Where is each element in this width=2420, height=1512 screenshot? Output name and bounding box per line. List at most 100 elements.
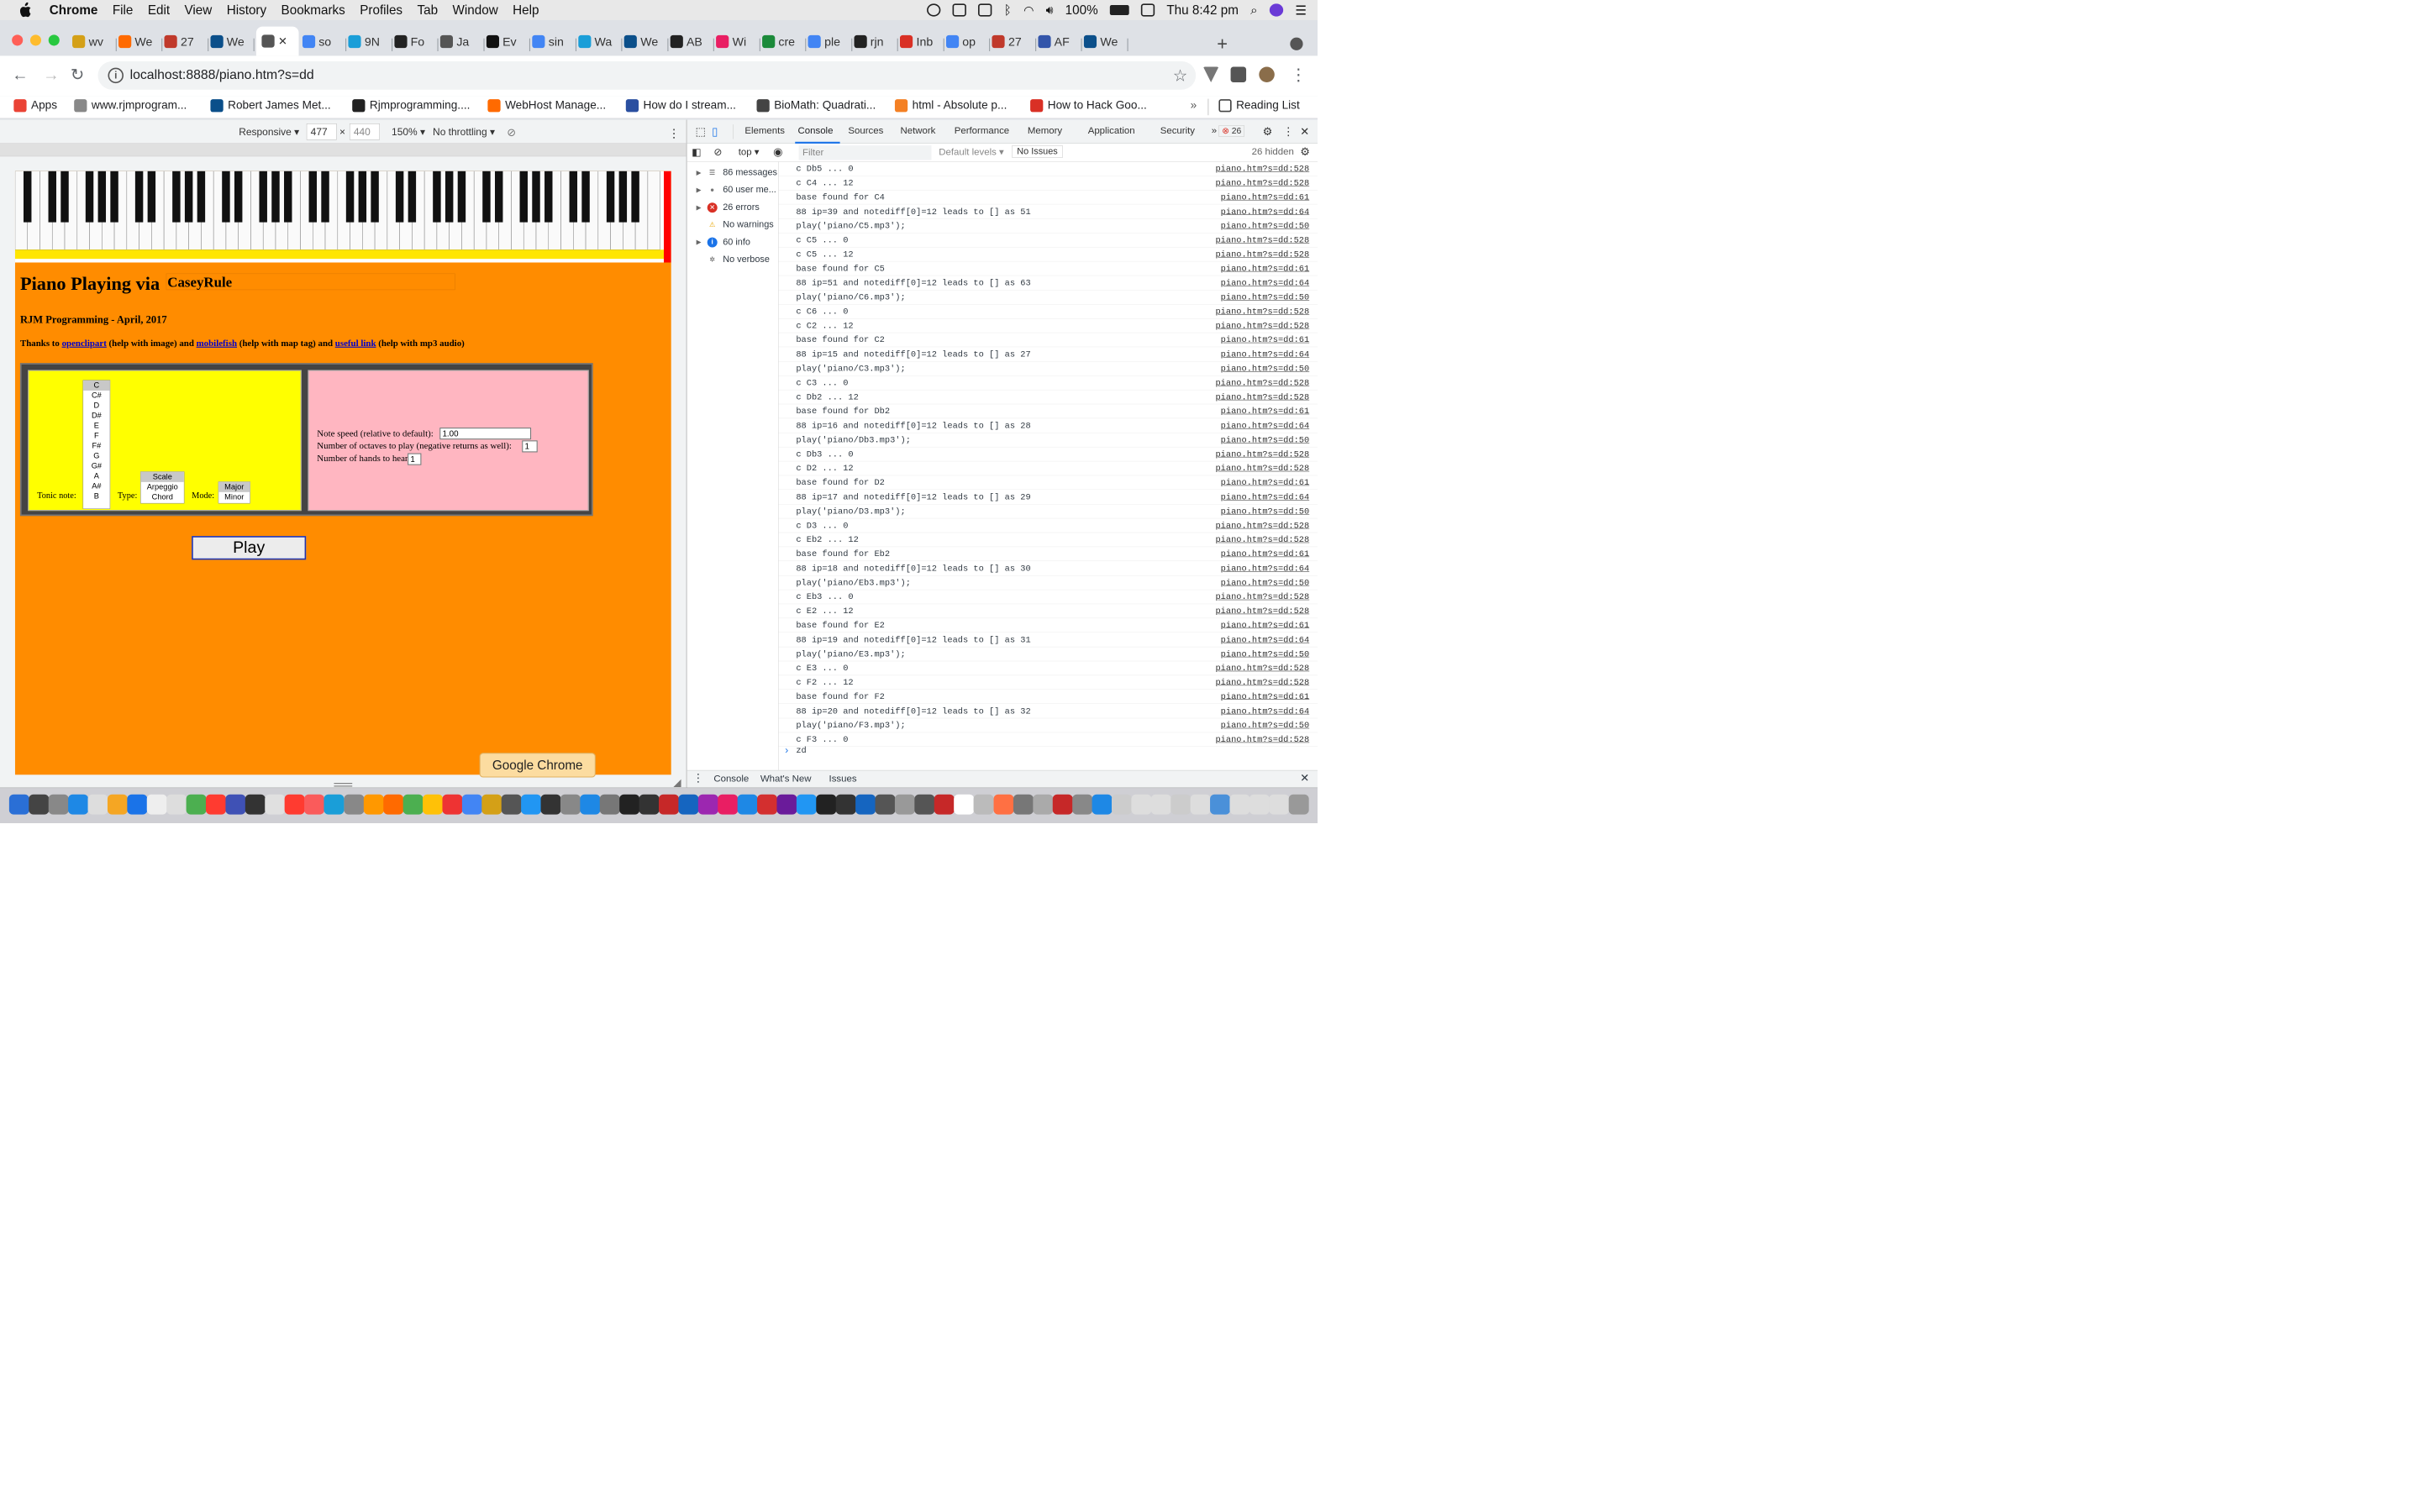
responsive-dropdown[interactable]: Responsive ▾ [239,126,299,138]
close-devtools-icon[interactable]: ✕ [1300,125,1309,139]
tonic-note-option[interactable]: F# [83,441,110,451]
drawer-tab-console[interactable]: Console [713,774,749,785]
dock-app-icon[interactable] [855,794,876,815]
dock-app-icon[interactable] [324,794,345,815]
dock-app-icon[interactable] [914,794,935,815]
type-option[interactable]: Chord [141,492,184,502]
octaves-input[interactable]: 1 [522,440,538,453]
dock-app-icon[interactable] [1229,794,1250,815]
browser-tab[interactable]: AB [670,31,712,52]
expand-triangle-icon[interactable]: ▶ [697,203,702,211]
viewport-bottom-resize-handle[interactable] [334,783,353,787]
drawer-tab-whats-new[interactable]: What's New [760,774,812,785]
prompt-input[interactable]: zd [796,745,806,755]
mobilefish-link[interactable]: mobilefish [197,339,237,349]
browser-tab[interactable]: Wa [577,31,620,52]
throttling-dropdown[interactable]: No throttling ▾ [433,126,495,138]
dock-app-icon[interactable] [1171,794,1192,815]
console-source-link[interactable]: piano.htm?s=dd:61 [1221,478,1310,488]
dock-app-icon[interactable] [186,794,207,815]
black-key[interactable] [345,171,355,223]
browser-tab[interactable]: 9N [348,31,390,52]
dock-app-icon[interactable] [422,794,443,815]
live-expression-eye-icon[interactable]: ◉ [773,145,782,159]
dock-app-icon[interactable] [442,794,463,815]
bluetooth-icon[interactable]: ᛒ [1004,3,1012,17]
dock-app-icon[interactable] [737,794,758,815]
browser-tab[interactable]: Ev [486,31,528,52]
black-key[interactable] [85,171,94,223]
media-query-ruler[interactable] [0,143,687,157]
tab-memory[interactable]: Memory [1028,125,1062,136]
dock-app-icon[interactable] [87,794,108,815]
dock-app-icon[interactable] [48,794,69,815]
dock-app-icon[interactable] [580,794,601,815]
dock-app-icon[interactable] [481,794,502,815]
browser-tab[interactable]: wv [72,31,114,52]
expand-triangle-icon[interactable]: ▶ [697,239,702,246]
console-source-link[interactable]: piano.htm?s=dd:528 [1215,249,1309,260]
useful-link[interactable]: useful link [335,339,376,349]
browser-tab[interactable]: AF [1038,31,1080,52]
black-key[interactable] [271,171,280,223]
more-tabs-button[interactable]: » [1212,125,1217,136]
bookmark-item[interactable]: WebHost Manage... [487,99,606,113]
bookmark-star-icon[interactable]: ☆ [1173,66,1188,85]
mode-option[interactable]: Minor [218,492,250,502]
spotlight-search-icon[interactable]: ⌕ [1250,3,1258,18]
dock-app-icon[interactable] [1052,794,1073,815]
dock-app-icon[interactable] [1092,794,1113,815]
dock-app-icon[interactable] [1071,794,1092,815]
dock-app-icon[interactable] [639,794,660,815]
dock-app-icon[interactable] [776,794,797,815]
browser-tab[interactable]: so [302,31,345,52]
console-sidebar-item[interactable]: ▶ ☰ 86 messages [697,167,777,178]
rotate-icon[interactable]: ⊘ [507,126,516,139]
black-key[interactable] [308,171,317,223]
console-source-link[interactable]: piano.htm?s=dd:61 [1221,192,1310,202]
dock-app-icon[interactable] [363,794,384,815]
device-toggle-icon[interactable]: ▯ [712,125,718,139]
dock-app-icon[interactable] [697,794,718,815]
openclipart-link[interactable]: openclipart [62,339,107,349]
black-key[interactable] [197,171,206,223]
dock-app-icon[interactable] [895,794,916,815]
bookmark-item[interactable]: www.rjmprogram... [74,99,187,113]
console-source-link[interactable]: piano.htm?s=dd:64 [1221,207,1310,217]
tab-search-icon[interactable] [1290,37,1303,50]
bookmark-item[interactable]: How do I stream... [625,99,736,113]
tonic-note-option[interactable]: A# [83,481,110,491]
expand-triangle-icon[interactable]: ▶ [697,186,702,194]
close-tab-icon[interactable]: ✕ [278,34,287,48]
wifi-icon[interactable]: ◠ [1023,3,1034,18]
console-source-link[interactable]: piano.htm?s=dd:50 [1221,648,1310,659]
bookmark-item[interactable]: html - Absolute p... [894,99,1007,113]
browser-tab[interactable]: 27 [992,31,1034,52]
black-key[interactable] [358,171,367,223]
dock-app-icon[interactable] [146,794,167,815]
console-filter-input[interactable]: Filter [798,145,932,160]
console-source-link[interactable]: piano.htm?s=dd:528 [1215,392,1309,402]
reload-icon[interactable]: ↻ [71,65,84,84]
tab-network[interactable]: Network [900,125,935,136]
black-key[interactable] [606,171,615,223]
console-source-link[interactable]: piano.htm?s=dd:528 [1215,164,1309,174]
console-source-link[interactable]: piano.htm?s=dd:61 [1221,691,1310,701]
console-source-link[interactable]: piano.htm?s=dd:528 [1215,464,1309,474]
browser-tab[interactable]: Fo [394,31,436,52]
viewport-width-input[interactable]: 477 [306,123,337,140]
dock-app-icon[interactable] [8,794,29,815]
battery-percent[interactable]: 100% [1065,3,1098,17]
console-source-link[interactable]: piano.htm?s=dd:50 [1221,364,1310,374]
dock-app-icon[interactable] [796,794,817,815]
browser-tab[interactable]: We [210,31,252,52]
menu-window[interactable]: Window [452,3,497,17]
profile-avatar[interactable] [1259,66,1275,82]
bookmark-item[interactable]: Apps [13,99,57,113]
zoom-window-button[interactable] [48,34,60,46]
black-key[interactable] [110,171,118,223]
menu-history[interactable]: History [227,3,266,17]
browser-tab[interactable]: cre [761,31,804,52]
black-key[interactable] [532,171,540,223]
dock-app-icon[interactable] [284,794,305,815]
